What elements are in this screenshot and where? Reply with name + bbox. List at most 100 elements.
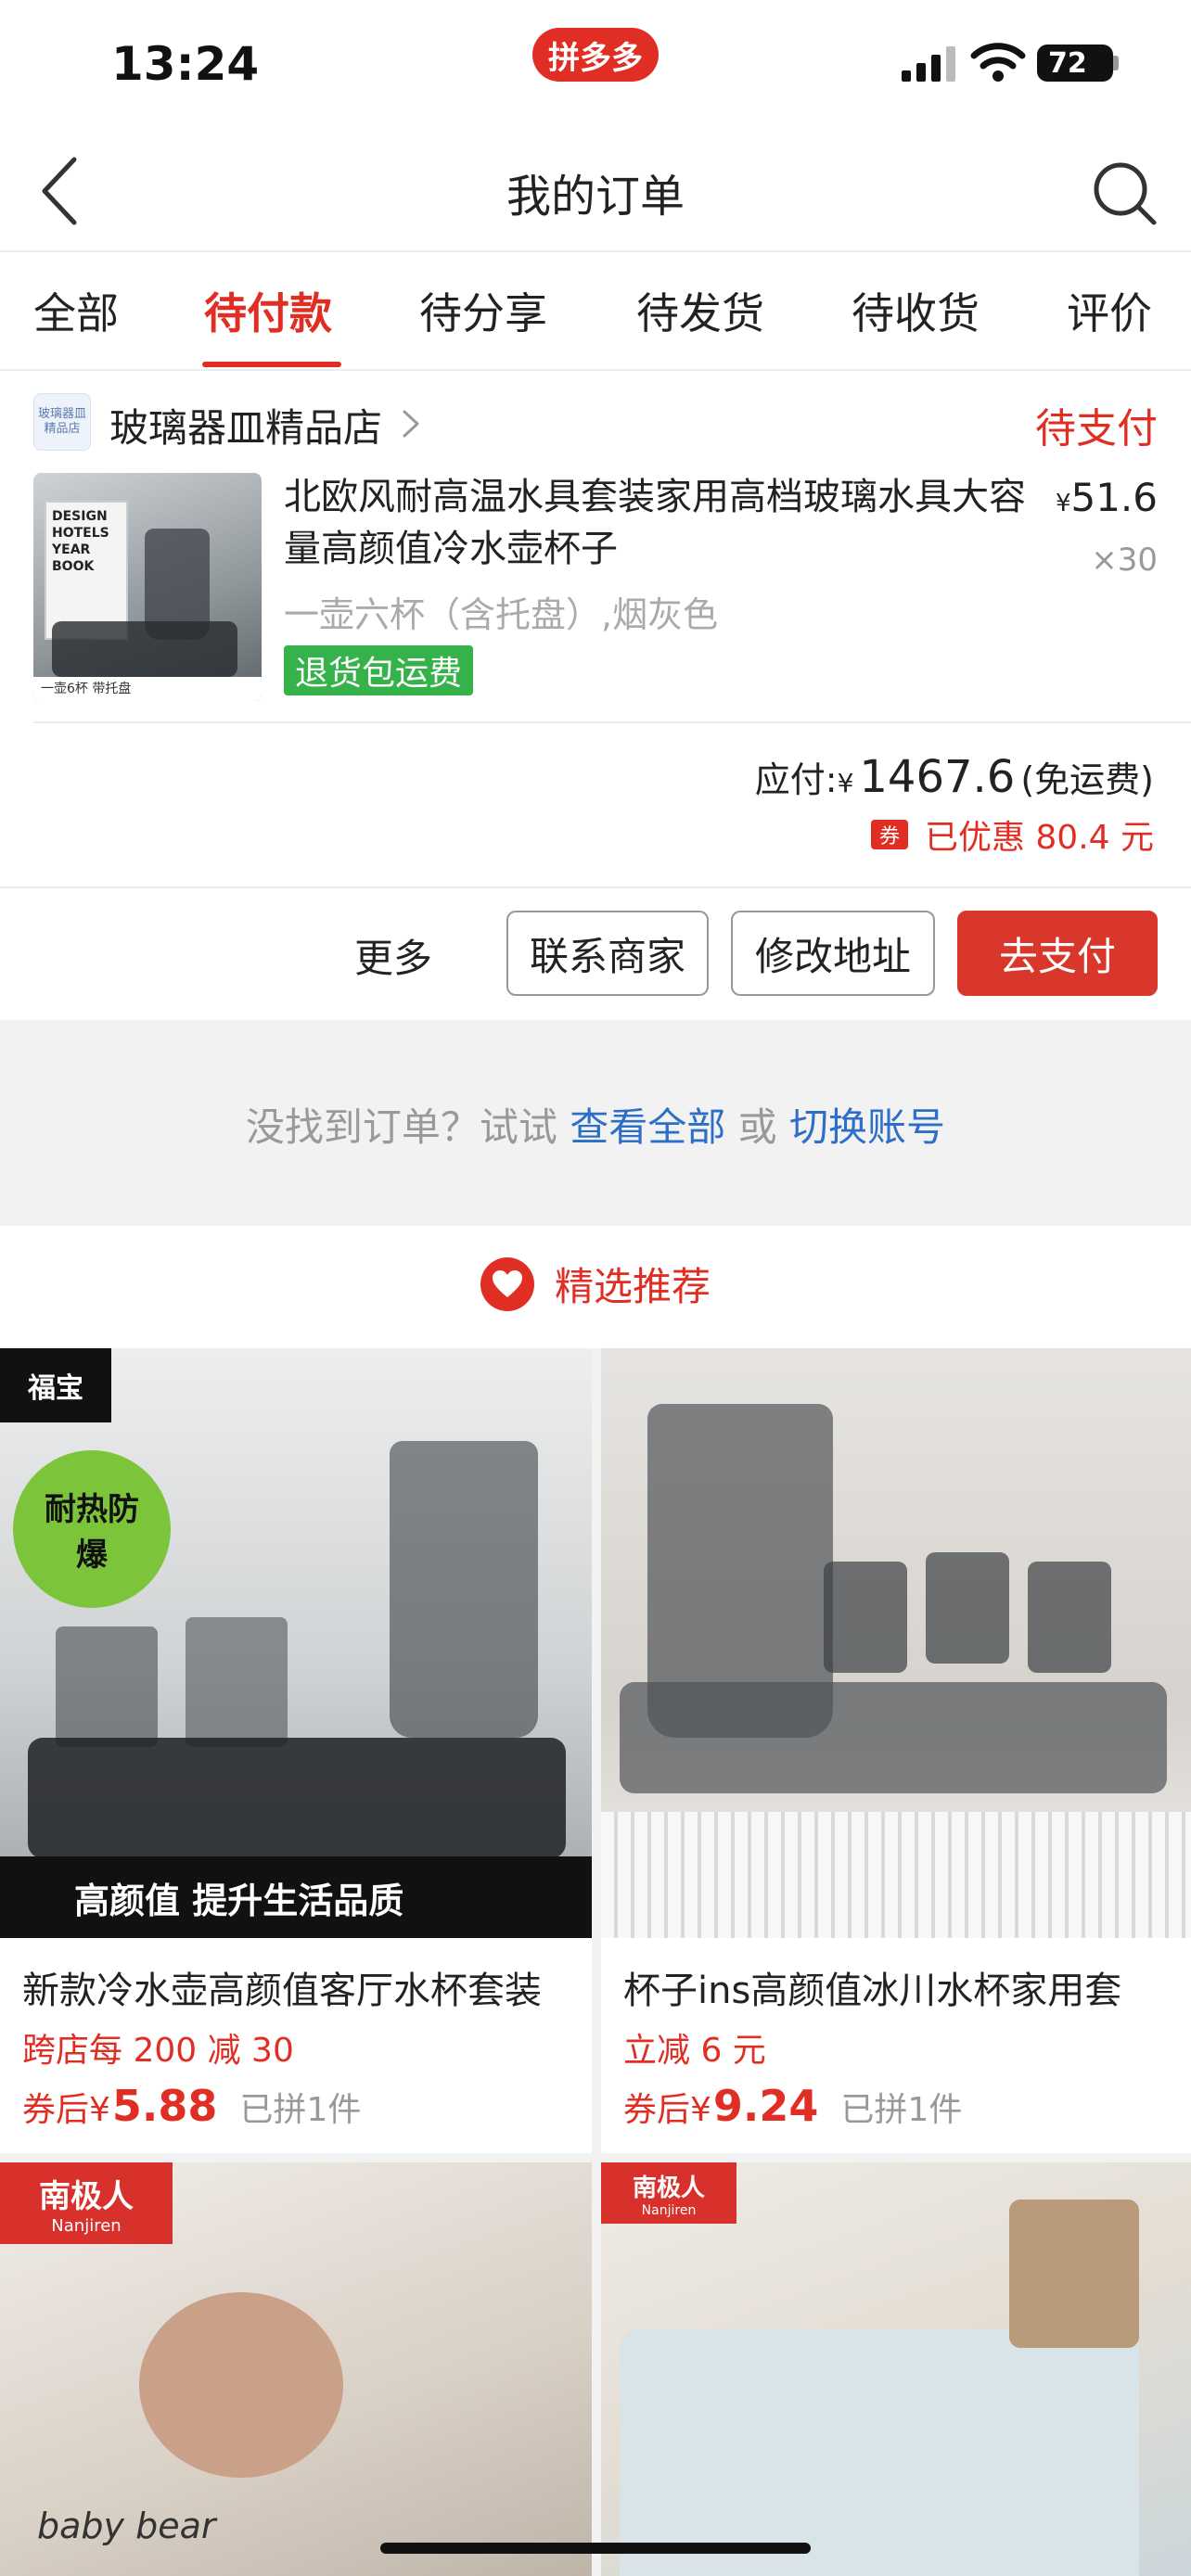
unit-price: ¥51.6 — [1056, 475, 1158, 520]
brand-name-en: Nanjiren — [641, 2202, 697, 2218]
shop-logo[interactable]: 玻璃器皿 精品店 — [33, 393, 91, 451]
heat-resistant-badge: 耐热防爆 — [13, 1450, 171, 1608]
view-all-link[interactable]: 查看全部 — [570, 1104, 725, 1150]
tab-review[interactable]: 评价 — [1067, 280, 1152, 341]
payable-currency: ¥ — [837, 768, 854, 798]
tray-shape — [620, 1682, 1167, 1793]
return-shipping-tag: 退货包运费 — [284, 645, 474, 695]
discount-info: 券 已优惠 80.4 元 — [870, 810, 1154, 859]
back-arrow-icon[interactable] — [37, 156, 83, 226]
brand-logo: 南极人 Nanjiren — [0, 2162, 173, 2244]
cabinet-shape — [601, 1812, 1191, 1938]
page-title: 我的订单 — [506, 171, 685, 223]
home-indicator — [380, 2543, 811, 2554]
order-not-found-hint: 没找到订单？试试 查看全部 或 切换账号 — [0, 1096, 1191, 1153]
product-spec: 一壶六杯（含托盘）,烟灰色 — [284, 594, 719, 635]
battery-level: 72 — [1048, 46, 1087, 80]
chevron-right-icon[interactable] — [401, 408, 421, 440]
recommend-item[interactable]: 福宝 耐热防爆 高颜值 提升生活品质 新款冷水壶高颜值客厅水杯套装 跨店每 20… — [0, 1348, 592, 2153]
status-time: 13:24 — [111, 37, 260, 91]
blanket-caption: baby bear — [37, 2506, 216, 2546]
recommend-item[interactable]: 南极人 Nanjiren — [601, 2162, 1191, 2576]
promo-banner: 高颜值 提升生活品质 — [0, 1856, 592, 1938]
price-prefix: 券后 — [623, 2091, 691, 2129]
tab-pending-shipment[interactable]: 待发货 — [636, 280, 764, 341]
shop-name[interactable]: 玻璃器皿精品店 — [109, 397, 382, 453]
recommend-item[interactable]: 南极人 Nanjiren baby bear — [0, 2162, 592, 2576]
bed-shape — [620, 2329, 1139, 2576]
battery-cap — [1113, 56, 1119, 70]
price-value: 5.88 — [111, 2081, 218, 2131]
recommend-title: 精选推荐 — [554, 1264, 711, 1309]
recommend-item-image: 福宝 耐热防爆 高颜值 提升生活品质 — [0, 1348, 592, 1938]
order-divider — [33, 721, 1191, 723]
brand-logo: 福宝 — [0, 1348, 111, 1422]
quantity: ×30 — [1091, 542, 1158, 579]
product-image-book: DESIGN HOTELS YEAR BOOK — [45, 501, 128, 640]
battery-icon: 72 — [1037, 45, 1113, 82]
recommend-item-image: 南极人 Nanjiren — [601, 2162, 1191, 2576]
glass-shape — [186, 1617, 288, 1747]
price-currency: ¥ — [89, 2091, 110, 2129]
price-prefix: 券后 — [22, 2091, 90, 2129]
product-image[interactable]: DESIGN HOTELS YEAR BOOK 一壶6杯 带托盘 — [33, 473, 262, 701]
bear-pattern — [139, 2292, 343, 2478]
pay-button[interactable]: 去支付 — [957, 911, 1158, 996]
recommend-item-image — [601, 1348, 1191, 1938]
nav-divider — [0, 250, 1191, 252]
price-value: 9.24 — [712, 2081, 819, 2131]
payable-total: 应付: ¥ 1467.6 (免运费) — [755, 751, 1154, 803]
sold-count: 已拼1件 — [239, 2091, 362, 2129]
summary-divider — [0, 886, 1191, 888]
cellular-signal-icon — [902, 46, 955, 82]
tray-shape — [52, 621, 237, 677]
tabs-divider — [0, 369, 1191, 371]
product-image-footer: 一壶6杯 带托盘 — [33, 677, 262, 701]
shipping-note: (免运费) — [1020, 759, 1154, 800]
product-title[interactable]: 北欧风耐高温水具套装家用高档玻璃水具大容量高颜值冷水壶杯子 — [284, 471, 1044, 575]
tab-pending-payment[interactable]: 待付款 — [204, 280, 332, 341]
sold-count: 已拼1件 — [840, 2091, 963, 2129]
app-badge: 拼多多 — [532, 28, 659, 82]
search-icon[interactable] — [1091, 159, 1158, 226]
payable-amount: 1467.6 — [859, 751, 1016, 803]
heart-icon — [480, 1256, 534, 1311]
unit-price-value: 51.6 — [1070, 475, 1158, 520]
tab-all[interactable]: 全部 — [33, 280, 119, 341]
brand-logo: 南极人 Nanjiren — [601, 2162, 736, 2224]
recommend-header: 精选推荐 — [0, 1256, 1191, 1312]
price-currency: ¥ — [690, 2091, 711, 2129]
discount-text: 已优惠 80.4 元 — [924, 819, 1154, 857]
recommend-item-price: 券后 ¥ 5.88 已拼1件 — [22, 2081, 361, 2131]
tab-pending-receipt[interactable]: 待收货 — [852, 280, 980, 341]
active-tab-indicator — [202, 362, 341, 367]
pitcher-shape — [390, 1441, 538, 1738]
recommend-item-promo: 跨店每 200 减 30 — [22, 2032, 294, 2070]
payable-label: 应付: — [754, 759, 838, 800]
chair-shape — [1009, 2200, 1139, 2348]
recommend-item-title: 杯子ins高颜值冰川水杯家用套 — [623, 1970, 1122, 2012]
order-status: 待支付 — [1035, 405, 1158, 453]
coupon-icon: 券 — [870, 820, 908, 849]
hint-prefix: 没找到订单？试试 — [245, 1104, 557, 1150]
recommend-item[interactable]: 杯子ins高颜值冰川水杯家用套 立减 6 元 券后 ¥ 9.24 已拼1件 — [601, 1348, 1191, 2153]
brand-name-en: Nanjiren — [51, 2216, 122, 2236]
tab-pending-share[interactable]: 待分享 — [419, 280, 547, 341]
glass-shape — [56, 1626, 158, 1747]
glass-shape — [926, 1552, 1009, 1664]
recommend-item-image: 南极人 Nanjiren baby bear — [0, 2162, 592, 2576]
recommend-item-title: 新款冷水壶高颜值客厅水杯套装 — [22, 1970, 542, 2012]
brand-name: 南极人 — [632, 2174, 705, 2202]
edit-address-button[interactable]: 修改地址 — [731, 911, 935, 996]
brand-name: 南极人 — [39, 2178, 134, 2215]
currency-symbol: ¥ — [1055, 490, 1071, 517]
hint-or: 或 — [737, 1104, 777, 1150]
recommend-item-promo: 立减 6 元 — [623, 2032, 766, 2070]
tray-shape — [28, 1738, 566, 1858]
contact-merchant-button[interactable]: 联系商家 — [506, 911, 709, 996]
wifi-icon — [970, 43, 1026, 82]
switch-account-link[interactable]: 切换账号 — [789, 1104, 945, 1150]
glass-shape — [824, 1562, 907, 1673]
more-button[interactable]: 更多 — [354, 927, 432, 984]
glass-shape — [1028, 1562, 1111, 1673]
